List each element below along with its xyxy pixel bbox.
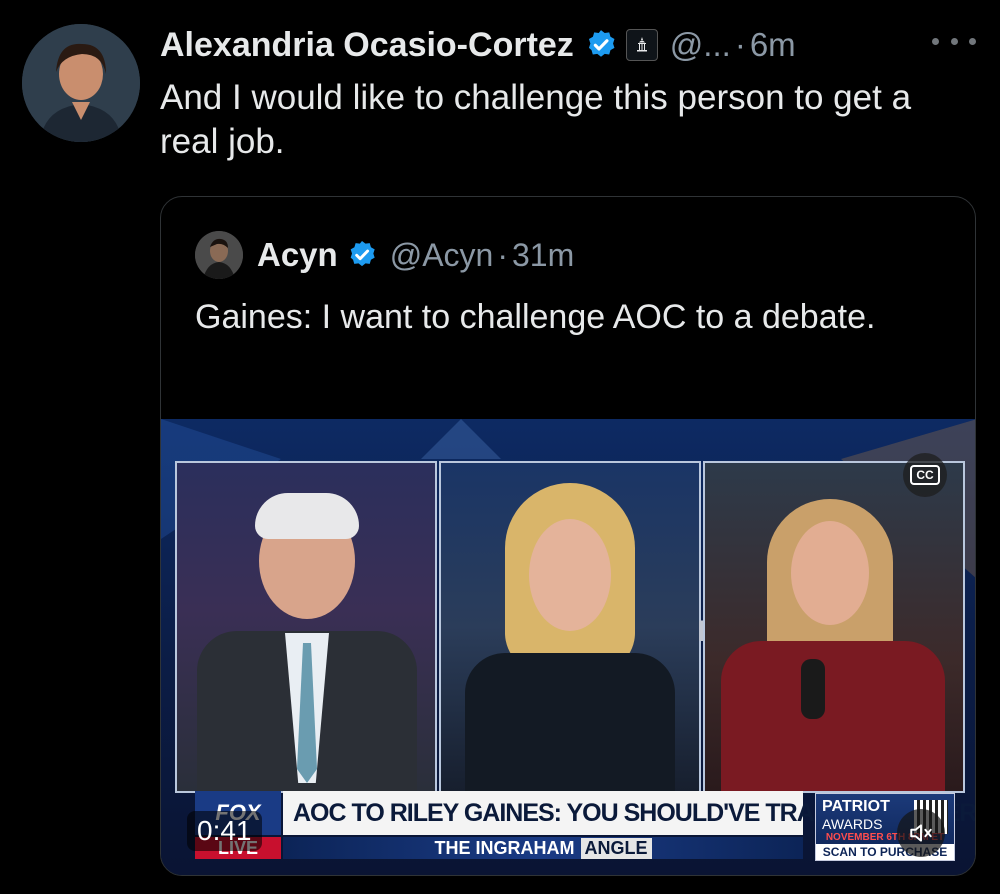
mute-icon	[910, 824, 932, 842]
quoted-author-name[interactable]: Acyn	[257, 236, 338, 274]
person-head	[529, 519, 611, 631]
dot	[969, 37, 976, 45]
separator-dot: ·	[497, 236, 508, 273]
show-name-main: THE INGRAHAM	[434, 837, 575, 858]
closed-captions-icon: CC	[910, 465, 940, 485]
quoted-tweet[interactable]: Acyn @Acyn · 31m Gaines: I want to chall…	[160, 196, 976, 876]
video-panel-left	[175, 461, 437, 793]
quoted-author-handle[interactable]: @Acyn	[390, 237, 494, 274]
verified-badge-icon	[346, 239, 378, 271]
video-panel-right	[703, 461, 965, 793]
ad-title: PATRIOT	[822, 798, 890, 815]
show-name-angle: ANGLE	[580, 837, 652, 859]
more-options-icon[interactable]	[932, 26, 976, 56]
person-hair	[255, 493, 359, 539]
tweet-text: And I would like to challenge this perso…	[160, 78, 912, 161]
author-avatar[interactable]	[22, 24, 140, 142]
government-label-icon[interactable]	[625, 29, 658, 61]
quoted-tweet-header: Acyn @Acyn · 31m	[195, 231, 574, 279]
show-name: THE INGRAHAM ANGLE	[283, 837, 803, 859]
quoted-tweet-timestamp[interactable]: 31m	[512, 237, 574, 274]
person-head	[791, 521, 869, 625]
video-timer: 0:41	[187, 811, 262, 851]
tweet-header: Alexandria Ocasio-Cortez @... · 6m	[160, 22, 796, 68]
verified-badge-icon	[584, 28, 618, 62]
dot	[932, 37, 939, 45]
tweet-timestamp[interactable]: 6m	[750, 26, 796, 64]
microphone	[801, 659, 825, 719]
person-body	[465, 653, 675, 791]
author-name[interactable]: Alexandria Ocasio-Cortez	[160, 26, 574, 65]
news-chyron: FOX LIVE AOC TO RILEY GAINES: YOU SHOULD…	[175, 791, 975, 861]
mute-button[interactable]	[897, 809, 945, 857]
dot	[950, 37, 958, 45]
quoted-author-avatar[interactable]	[195, 231, 243, 279]
person-body	[721, 641, 945, 791]
separator-dot: ·	[734, 26, 746, 63]
chyron-headline: AOC TO RILEY GAINES: YOU SHOULD'VE TRAIN…	[283, 791, 975, 835]
ad-subtitle: AWARDS	[822, 816, 883, 832]
quoted-tweet-text: Gaines: I want to challenge AOC to a deb…	[195, 298, 876, 336]
author-handle[interactable]: @...	[670, 26, 731, 64]
closed-captions-button[interactable]: CC	[903, 453, 947, 497]
video-player[interactable]: K FOX LIVE AOC TO RILEY GAINES: YOU SHOU…	[161, 419, 975, 875]
video-panel-center	[439, 461, 701, 793]
